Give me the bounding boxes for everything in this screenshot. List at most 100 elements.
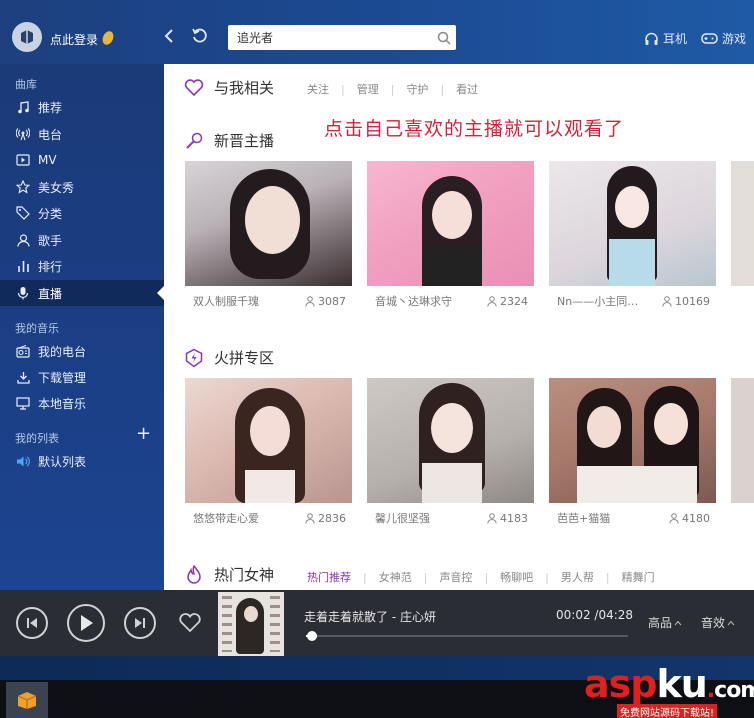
sidebar-item-label: 我的电台 [38, 344, 87, 359]
tab-viewed[interactable]: 看过 [456, 81, 478, 97]
sidebar-item-singer[interactable]: 歌手 [0, 227, 164, 253]
battle-thumbnail[interactable] [185, 378, 352, 503]
tab-guard[interactable]: 守护 [406, 81, 428, 97]
anchor-thumbnail[interactable] [185, 161, 352, 286]
sidebar-item-mv[interactable]: MV [0, 147, 164, 173]
tab-goddess-style[interactable]: 女神范 [379, 569, 412, 585]
progress-track[interactable] [306, 631, 628, 641]
earphone-button[interactable]: 耳机 [644, 30, 687, 47]
sidebar-item-label: 排行 [38, 259, 63, 274]
time-total: 04:28 [598, 608, 634, 622]
person-icon [16, 233, 30, 247]
speaker-icon [16, 454, 30, 468]
battle-card[interactable]: 芭芭+猫猫 4180 [549, 378, 716, 525]
active-indicator [157, 286, 164, 300]
game-label: 游戏 [722, 32, 747, 46]
favorite-button[interactable] [178, 613, 202, 636]
anchor-card[interactable]: XF [731, 161, 754, 286]
sidebar-item-local-music[interactable]: 本地音乐 [0, 390, 164, 416]
tab-dance[interactable]: 精舞门 [622, 569, 655, 585]
tab-manage[interactable]: 管理 [357, 81, 379, 97]
battle-thumbnail[interactable] [367, 378, 534, 503]
refresh-button[interactable] [190, 26, 210, 46]
album-cover[interactable] [218, 592, 284, 656]
taskbar-app-button[interactable] [6, 682, 48, 718]
progress-knob[interactable] [307, 631, 318, 641]
anchor-name: 芭芭+猫猫 [557, 512, 611, 525]
sidebar-item-label: 歌手 [38, 233, 63, 248]
battle-card[interactable]: 馨儿很坚强 4183 [367, 378, 534, 525]
tab-separator: | [440, 82, 445, 96]
tab-chat[interactable]: 畅聊吧 [500, 569, 533, 585]
game-button[interactable]: 游戏 [701, 30, 746, 47]
anchor-card[interactable]: 音城丶达琳求守 2324 [367, 161, 534, 308]
radio-icon [16, 127, 30, 141]
effect-button[interactable]: 音效 [701, 614, 735, 631]
anchor-name: 双人制服千瑰 [193, 295, 259, 308]
viewer-count-value: 4180 [682, 511, 710, 525]
sidebar-item-category[interactable]: 分类 [0, 200, 164, 226]
play-icon [81, 615, 93, 631]
viewer-icon [305, 512, 315, 524]
sidebar-item-ranking[interactable]: 排行 [0, 253, 164, 279]
tab-mens-gang[interactable]: 男人帮 [561, 569, 594, 585]
tab-separator: | [423, 570, 428, 584]
battle-thumbnail[interactable] [549, 378, 716, 503]
sidebar-item-recommend[interactable]: 推荐 [0, 94, 164, 120]
back-button[interactable] [159, 26, 179, 46]
viewer-count-value: 2324 [500, 294, 528, 308]
viewer-count: 2324 [487, 293, 528, 309]
anchor-name: 悠悠带走心爱 [193, 512, 259, 525]
battle-card[interactable] [731, 378, 754, 503]
viewer-icon [487, 295, 497, 307]
avatar[interactable] [12, 22, 42, 52]
next-button[interactable] [124, 607, 156, 639]
time-current: 00:02 [556, 608, 591, 622]
anchor-name: 音城丶达琳求守 [375, 295, 452, 308]
sidebar-item-label: 直播 [38, 286, 63, 301]
anchor-thumbnail[interactable] [731, 161, 754, 286]
battle-thumbnail[interactable] [731, 378, 754, 503]
anchor-card[interactable]: 双人制服千瑰 3087 [185, 161, 352, 308]
viewer-count: 4180 [669, 510, 710, 526]
login-link[interactable]: 点此登录 [50, 31, 98, 48]
viewer-icon [662, 295, 672, 307]
earphone-label: 耳机 [663, 32, 688, 46]
sidebar-item-default-list[interactable]: 默认列表 [0, 448, 164, 474]
monitor-icon [16, 396, 30, 410]
battle-meta: 芭芭+猫猫 4180 [557, 510, 710, 526]
mv-icon [16, 153, 30, 167]
star-icon [16, 180, 30, 194]
sidebar-item-my-radio[interactable]: 我的电台 [0, 338, 164, 364]
tab-voice-control[interactable]: 声音控 [439, 569, 472, 585]
related-header: 与我相关 [184, 77, 274, 98]
anchor-thumbnail[interactable] [549, 161, 716, 286]
sidebar-item-download[interactable]: 下载管理 [0, 364, 164, 390]
tag-icon [16, 206, 30, 220]
microphone-icon [16, 286, 30, 300]
battle-card[interactable]: 悠悠带走心爱 2836 [185, 378, 352, 525]
search-icon[interactable] [432, 26, 456, 50]
tab-hot-recommend[interactable]: 热门推荐 [307, 569, 351, 585]
sidebar-item-beauty-show[interactable]: 美女秀 [0, 174, 164, 200]
sidebar-item-live[interactable]: 直播 [0, 280, 164, 306]
previous-button[interactable] [16, 607, 48, 639]
app-logo-icon [21, 30, 33, 44]
battle-meta: 悠悠带走心爱 2836 [193, 510, 346, 526]
anchor-name: 馨儿很坚强 [375, 512, 430, 525]
anchor-meta: 双人制服千瑰 3087 [193, 293, 346, 309]
quality-button[interactable]: 高品 [648, 614, 682, 631]
add-list-button[interactable]: + [136, 425, 151, 443]
tab-follow[interactable]: 关注 [307, 81, 329, 97]
anchor-card[interactable]: Nn——小主同… 10169 [549, 161, 716, 308]
search-input[interactable] [228, 25, 432, 50]
top-bar: 点此登录 耳机 游 [0, 0, 754, 64]
anchor-thumbnail[interactable] [367, 161, 534, 286]
play-button[interactable] [67, 604, 105, 642]
tab-separator: | [390, 82, 395, 96]
player-bar: 走着走着就散了 - 庄心妍 00:02 /04:28 高品 音效 [0, 590, 754, 656]
sidebar-item-radio[interactable]: 电台 [0, 121, 164, 147]
sidebar-item-label: 下载管理 [38, 370, 87, 385]
watermark-logo: aspku.com [584, 662, 754, 706]
watermark-brand-a: asp [584, 662, 657, 706]
